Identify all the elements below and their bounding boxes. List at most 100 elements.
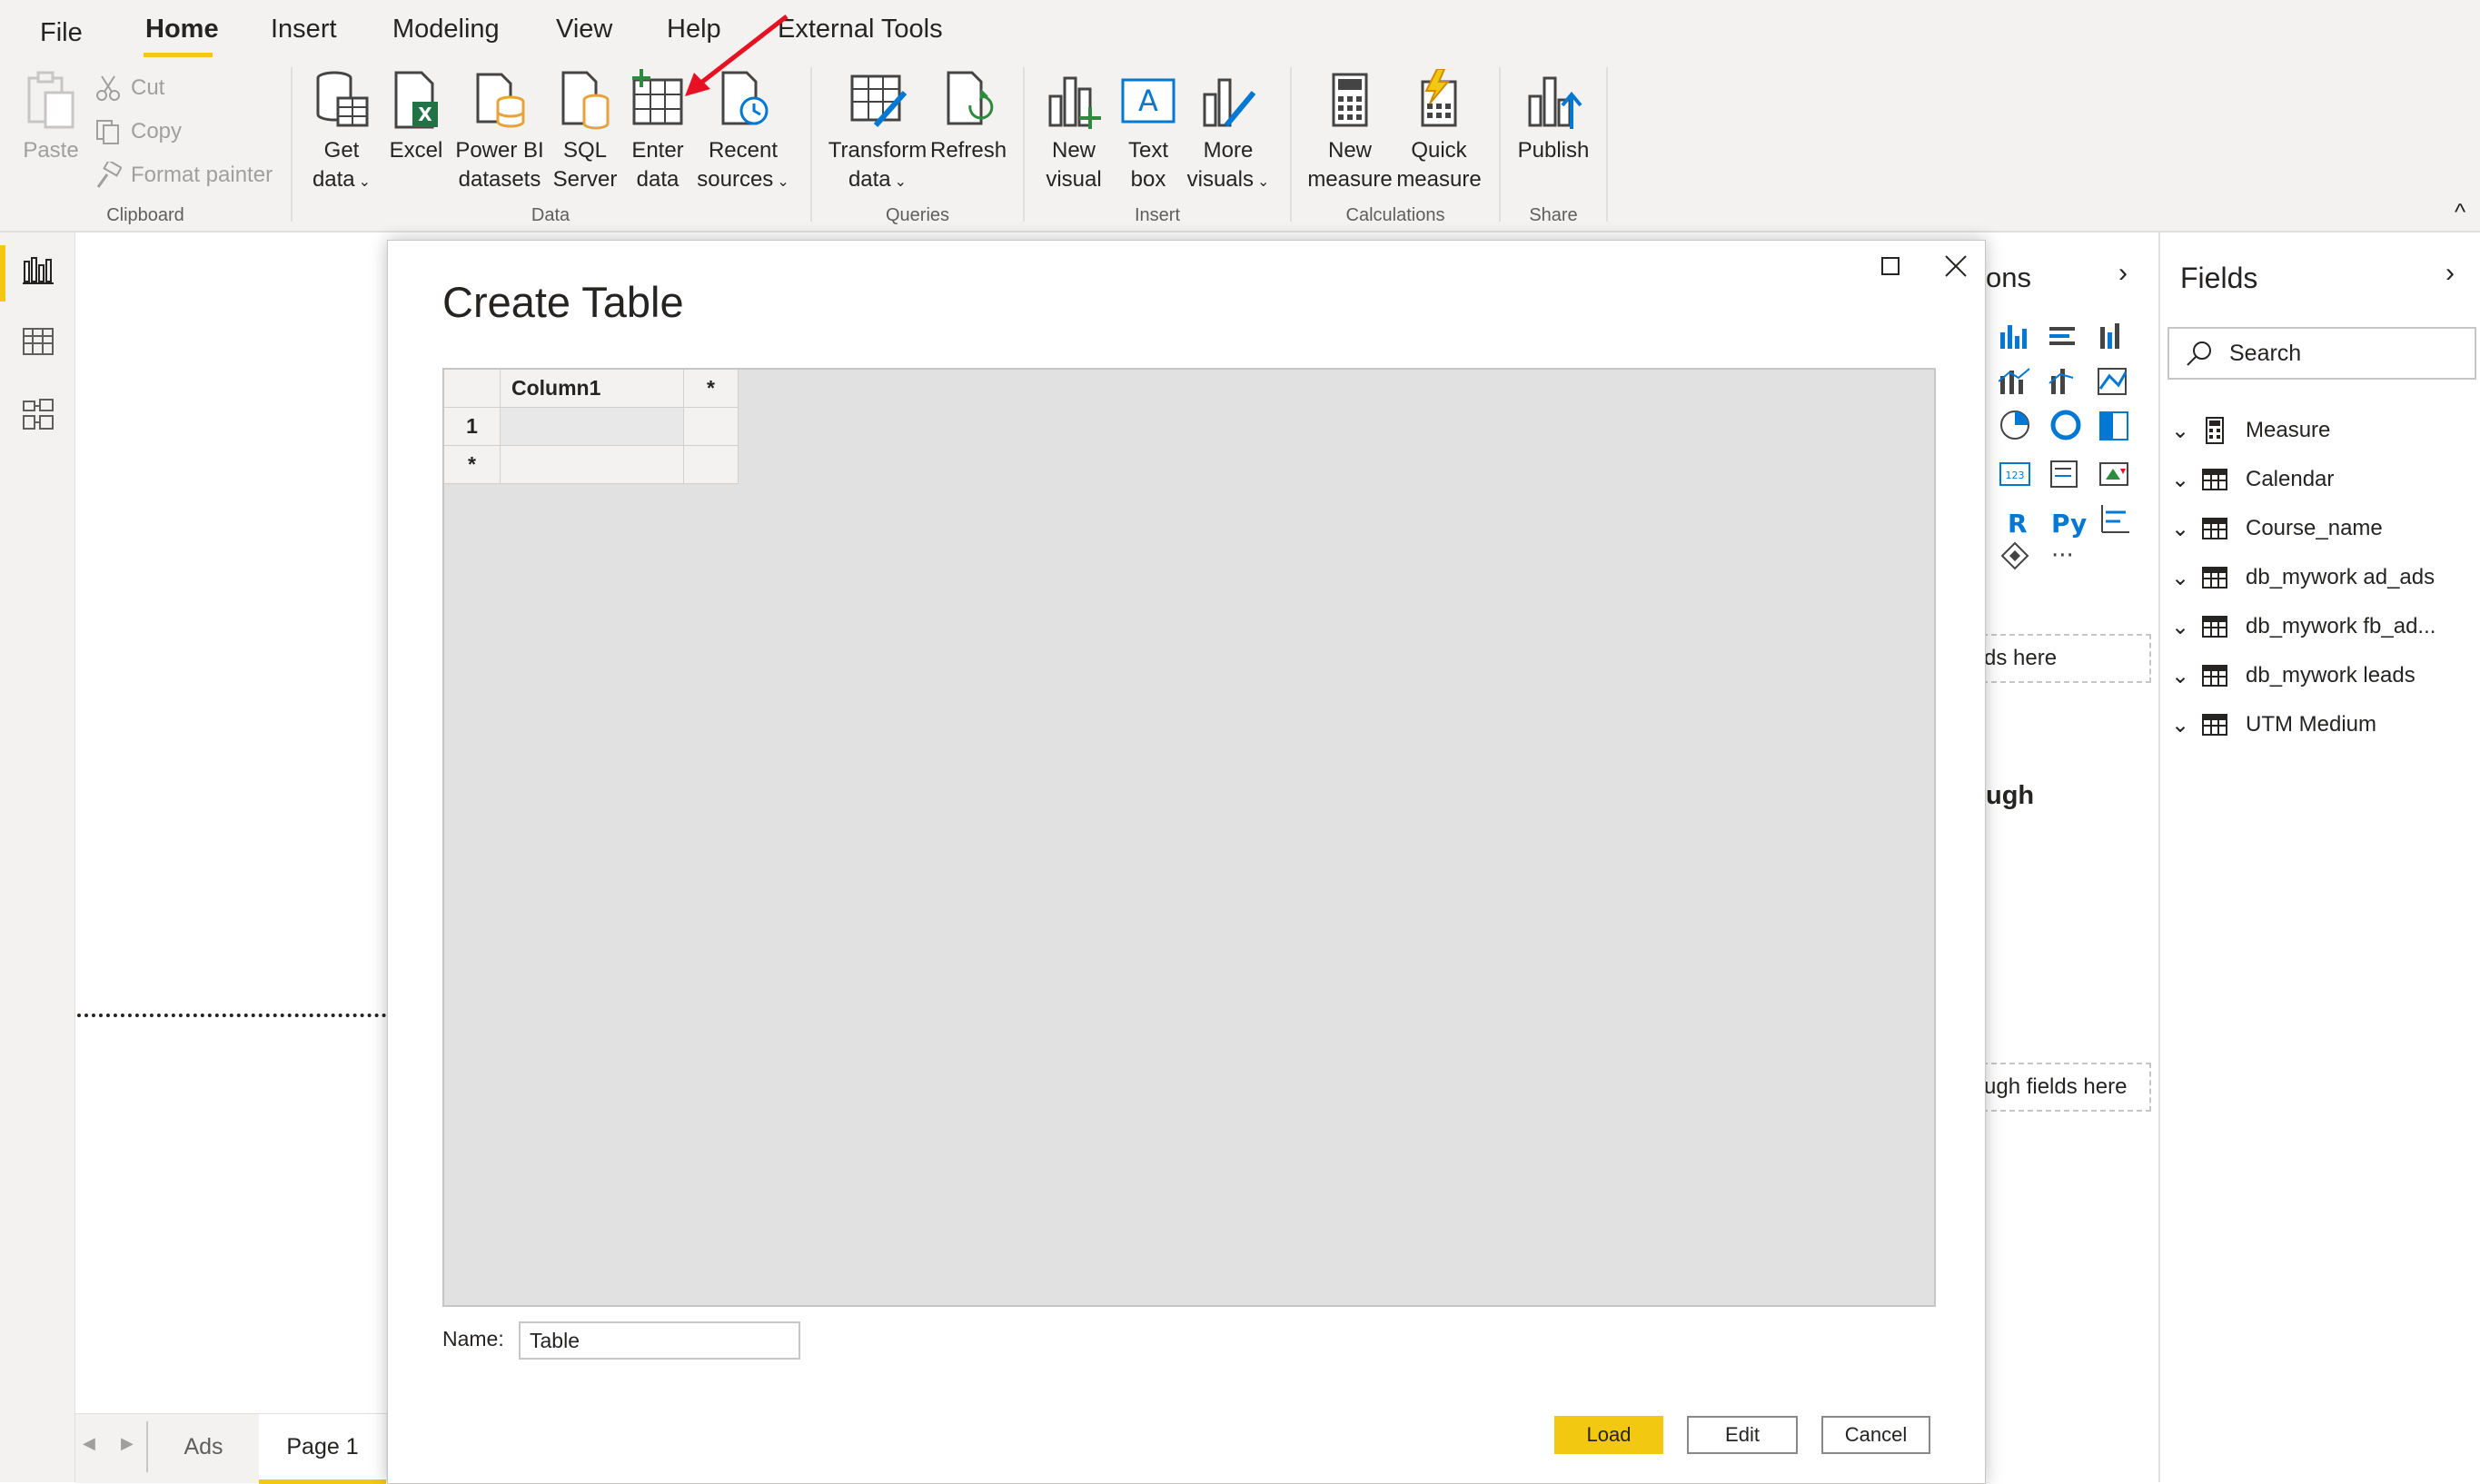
power-bi-datasets-button[interactable]: Power BI datasets	[452, 69, 547, 194]
page-tab-page-1[interactable]: Page 1	[259, 1414, 386, 1484]
grid-cell[interactable]	[501, 408, 684, 446]
dialog-title: Create Table	[442, 278, 684, 326]
pie-chart-icon	[2000, 411, 2029, 440]
calculator-icon	[1332, 73, 1368, 127]
publish-button[interactable]: Publish	[1513, 69, 1593, 165]
maximize-icon[interactable]	[1880, 255, 1901, 277]
menu-tab-file[interactable]: File	[40, 18, 83, 48]
get-data-button[interactable]: Get data ⌄	[305, 69, 378, 197]
copy-button[interactable]: Copy	[94, 118, 182, 145]
table-icon	[2202, 616, 2227, 638]
menu-tab-view[interactable]: View	[556, 15, 612, 45]
values-drop-zone[interactable]: ds here	[1982, 634, 2151, 683]
report-view-icon[interactable]	[22, 254, 55, 287]
tab-separator	[146, 1421, 148, 1472]
fields-search-box[interactable]: Search	[2168, 327, 2476, 380]
fields-pane-title: Fields	[2180, 262, 2258, 294]
menu-tab-modeling[interactable]: Modeling	[392, 15, 500, 45]
field-table-utm-medium[interactable]: ⌄ UTM Medium	[2160, 707, 2376, 743]
menu-tab-insert[interactable]: Insert	[271, 15, 337, 45]
load-button[interactable]: Load	[1554, 1416, 1663, 1454]
python-visual-icon: Py	[2051, 509, 2087, 539]
donut-chart-icon	[2050, 410, 2081, 440]
new-measure-button[interactable]: New measure	[1306, 69, 1394, 194]
menu-tab-external-tools[interactable]: External Tools	[778, 15, 943, 45]
table-name-input[interactable]	[519, 1321, 800, 1360]
quick-measure-button[interactable]: Quick measure	[1395, 69, 1483, 194]
prev-page-icon[interactable]: ◀	[83, 1434, 95, 1453]
edit-button[interactable]: Edit	[1687, 1416, 1798, 1454]
close-icon[interactable]	[1943, 253, 1969, 279]
format-painter-button[interactable]: Format painter	[94, 162, 273, 189]
add-column-header[interactable]: *	[684, 370, 739, 408]
chevron-down-icon[interactable]: ⌄	[2160, 614, 2200, 640]
group-separator	[810, 67, 812, 222]
chevron-down-icon[interactable]: ⌄	[2160, 516, 2200, 542]
data-view-icon[interactable]	[22, 325, 55, 358]
collapse-fields-icon[interactable]: ›	[2445, 258, 2455, 289]
field-table-calendar[interactable]: ⌄ Calendar	[2160, 461, 2334, 498]
grid-cell[interactable]	[684, 408, 739, 446]
kpi-icon	[2099, 462, 2128, 486]
field-table-measure[interactable]: ⌄ Measure	[2160, 412, 2330, 449]
database-table-icon	[316, 71, 369, 127]
excel-button[interactable]: X Excel	[383, 69, 449, 165]
r-visual-icon: R	[2008, 509, 2028, 539]
menu-bar: File Home Insert Modeling View Help Exte…	[0, 0, 2480, 62]
grid-cell[interactable]	[684, 446, 739, 484]
data-entry-grid: Column1 * 1 *	[442, 368, 1936, 1307]
chevron-down-icon[interactable]: ⌄	[2160, 663, 2200, 689]
group-separator	[1606, 67, 1608, 222]
more-visuals-ellipsis-icon: ···	[2051, 542, 2074, 569]
active-tab-indicator	[144, 53, 213, 57]
page-tab-ads[interactable]: Ads	[150, 1414, 257, 1479]
grid-corner[interactable]	[444, 370, 501, 408]
annotation-arrow-icon	[685, 15, 789, 96]
sql-server-icon	[561, 71, 610, 130]
group-separator	[1023, 67, 1025, 222]
clustered-bar-chart-icon	[2049, 327, 2075, 345]
refresh-button[interactable]: Refresh	[930, 69, 1007, 165]
menu-tab-home[interactable]: Home	[145, 15, 219, 45]
report-canvas[interactable]	[75, 232, 387, 1413]
cancel-button[interactable]: Cancel	[1821, 1416, 1930, 1454]
drillthrough-drop-zone[interactable]: ugh fields here	[1982, 1063, 2151, 1112]
group-label-data: Data	[531, 205, 570, 225]
excel-icon: X	[394, 71, 438, 129]
sql-server-button[interactable]: SQL Server	[551, 69, 620, 194]
chevron-down-icon: ⌄	[358, 174, 372, 190]
transform-data-button[interactable]: Transform data ⌄	[827, 69, 928, 197]
chevron-down-icon[interactable]: ⌄	[2160, 712, 2200, 738]
name-label: Name:	[442, 1327, 504, 1350]
key-influencers-icon	[2101, 505, 2129, 533]
field-table-db-mywork-leads[interactable]: ⌄ db_mywork leads	[2160, 658, 2416, 694]
paste-button[interactable]: Paste	[18, 69, 84, 165]
chevron-down-icon[interactable]: ⌄	[2160, 467, 2200, 493]
field-table-course-name[interactable]: ⌄ Course_name	[2160, 510, 2383, 547]
svg-text:X: X	[418, 104, 432, 125]
model-view-icon[interactable]	[22, 398, 55, 432]
next-page-icon[interactable]: ▶	[121, 1434, 134, 1453]
cut-button[interactable]: Cut	[94, 74, 164, 102]
svg-text:A: A	[1138, 84, 1158, 118]
line-column-chart-icon	[1999, 368, 2030, 394]
collapse-visualizations-icon[interactable]: ›	[2118, 258, 2128, 289]
field-table-db-mywork-fb-ad[interactable]: ⌄ db_mywork fb_ad...	[2160, 608, 2436, 645]
table-icon	[2202, 665, 2227, 687]
new-row-marker: *	[444, 446, 501, 484]
new-visual-button[interactable]: New visual	[1041, 69, 1106, 194]
table-icon	[2202, 469, 2227, 490]
more-visuals-button[interactable]: More visuals ⌄	[1185, 69, 1272, 197]
chevron-down-icon[interactable]: ⌄	[2160, 418, 2200, 444]
create-table-dialog: Create Table Column1 * 1 * Name: Load Ed…	[387, 240, 1986, 1484]
chevron-down-icon: ⌄	[894, 174, 908, 190]
column-header[interactable]: Column1	[501, 370, 684, 408]
collapse-ribbon-icon[interactable]: ^	[2455, 198, 2465, 226]
grid-cell[interactable]	[501, 446, 684, 484]
text-box-button[interactable]: A Text box	[1116, 69, 1181, 194]
field-table-db-mywork-ad-ads[interactable]: ⌄ db_mywork ad_ads	[2160, 559, 2435, 596]
scissors-icon	[96, 75, 120, 101]
drillthrough-heading: ugh	[1986, 781, 2035, 810]
canvas-boundary-line	[77, 1014, 386, 1017]
chevron-down-icon[interactable]: ⌄	[2160, 565, 2200, 591]
